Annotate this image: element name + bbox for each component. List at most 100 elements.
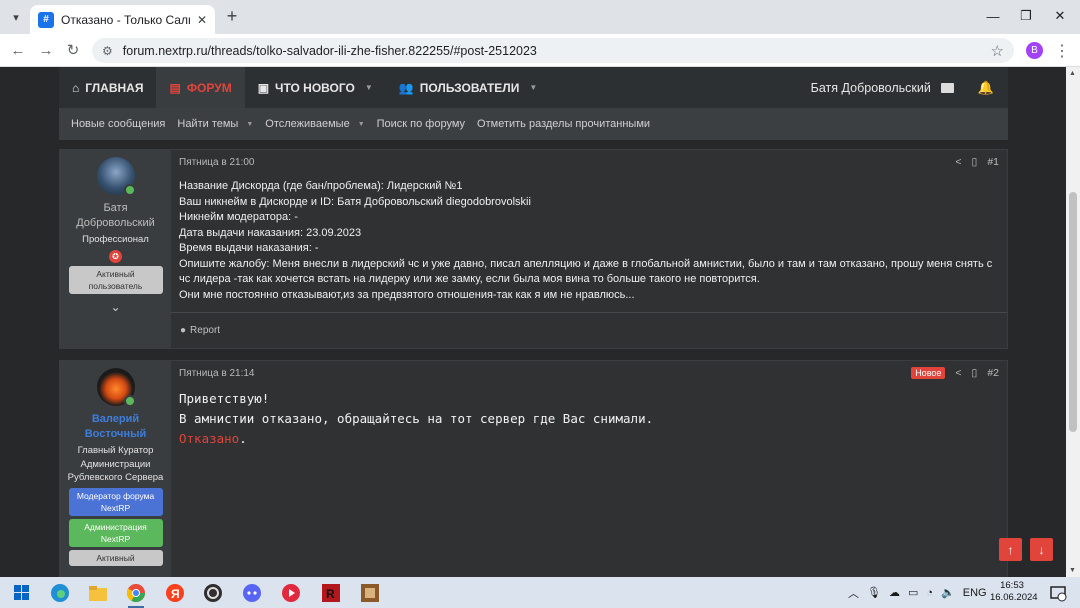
account-name[interactable]: Батя Добровольский — [811, 81, 931, 95]
chevron-down-icon[interactable]: ▼ — [358, 121, 365, 128]
subnav-search-forums[interactable]: Поиск по форуму — [371, 118, 471, 130]
report-link[interactable]: Report — [190, 325, 220, 336]
scroll-bottom-button[interactable]: ↓ — [1030, 538, 1053, 561]
post-2-number[interactable]: #2 — [987, 367, 999, 379]
browser-toolbar: ← → ↻ ⚙ forum.nextrp.ru/threads/tolko-sa… — [0, 34, 1080, 67]
post-1-footer: ● Report — [171, 312, 1007, 348]
post-2-author[interactable]: Валерий Восточный — [85, 412, 147, 442]
back-button[interactable]: ← — [8, 40, 28, 60]
browser-menu-icon[interactable]: ⋮ — [1054, 41, 1070, 61]
bookmark-icon[interactable]: ▯ — [972, 367, 978, 379]
post-1-date[interactable]: Пятница в 21:00 — [179, 157, 254, 168]
bookmark-star-icon[interactable]: ☆ — [991, 42, 1004, 60]
post-1: Батя Добровольский Профессионал ✪ Активн… — [59, 149, 1008, 349]
chevron-down-icon[interactable]: ⌄ — [110, 300, 120, 314]
url-text: forum.nextrp.ru/threads/tolko-salvador-i… — [122, 43, 537, 58]
site-favicon-icon: # — [38, 11, 54, 28]
post-2-user-title: Главный Куратор Администрации Рублевског… — [67, 445, 164, 483]
profile-avatar[interactable]: B — [1026, 42, 1043, 59]
post-1-user-banner: Активный пользователь — [68, 265, 163, 294]
scroll-top-button[interactable]: ↑ — [999, 538, 1022, 561]
volume-icon[interactable]: 🔈 — [941, 586, 955, 599]
mail-icon[interactable] — [940, 82, 954, 93]
arrow-down-icon: ↓ — [1038, 542, 1045, 557]
active-banner: Активный — [68, 549, 163, 566]
reload-button[interactable]: ↻ — [63, 40, 83, 60]
post-2-tools: Новое < ▯ #2 — [911, 367, 999, 379]
admin-banner: Администрация NextRP — [68, 518, 163, 547]
avatar[interactable] — [96, 157, 136, 196]
scroll-down-icon[interactable]: ▼ — [1069, 567, 1076, 574]
chevron-down-icon[interactable]: ▼ — [246, 121, 253, 128]
post-1-line: Никнейм модератора: - — [179, 211, 298, 223]
site-info-icon[interactable]: ⚙ — [102, 44, 113, 58]
game-app-icon[interactable]: R — [319, 581, 343, 605]
post-1-line: Они мне постоянно отказывают,из за предв… — [179, 288, 635, 301]
scroll-up-icon[interactable]: ▲ — [1069, 70, 1076, 77]
scrollbar-thumb[interactable] — [1069, 192, 1077, 432]
media-player-icon[interactable] — [279, 581, 303, 605]
microphone-icon[interactable]: 🎙 — [867, 586, 881, 599]
subnav-mark-read[interactable]: Отметить разделы прочитанными — [471, 118, 656, 130]
windows-start-icon[interactable] — [10, 581, 34, 605]
online-status-icon — [123, 395, 136, 407]
subnav-watched[interactable]: Отслеживаемые ▼ — [259, 118, 370, 130]
nav-whats-new[interactable]: ▣ Что нового ▼ — [245, 67, 386, 108]
post-2-date[interactable]: Пятница в 21:14 — [179, 368, 254, 379]
yandex-browser-icon[interactable]: Я — [163, 581, 187, 605]
post-1-number[interactable]: #1 — [987, 156, 999, 168]
share-icon[interactable]: < — [955, 367, 961, 379]
post-1-user-panel: Батя Добровольский Профессионал ✪ Активн… — [60, 150, 171, 348]
browser-tab[interactable]: # Отказано - Только Сальвадор ✕ — [30, 5, 215, 34]
taskbar-clock[interactable]: 16:53 16.06.2024 — [990, 580, 1038, 604]
chevron-down-icon[interactable]: ▼ — [529, 83, 537, 92]
chrome-icon[interactable] — [124, 581, 148, 608]
arrow-up-icon: ↑ — [1007, 542, 1014, 557]
share-icon[interactable]: < — [955, 156, 961, 168]
moderator-banner: Модератор форума NextRP — [68, 487, 163, 516]
subnav-find-threads[interactable]: Найти темы ▼ — [171, 118, 259, 130]
avatar[interactable] — [96, 368, 136, 407]
bookmark-icon[interactable]: ▯ — [972, 156, 978, 168]
language-indicator[interactable]: ENG — [963, 587, 987, 599]
subnav-new-posts[interactable]: Новые сообщения — [65, 118, 171, 130]
minimize-button[interactable]: — — [981, 6, 1005, 26]
page-scrollbar[interactable]: ▲ ▼ — [1066, 67, 1080, 577]
address-bar[interactable]: ⚙ forum.nextrp.ru/threads/tolko-salvador… — [92, 38, 1014, 63]
edge-icon[interactable] — [48, 581, 72, 605]
post-1-tools: < ▯ #1 — [955, 156, 999, 168]
bell-icon[interactable]: 🔔 — [978, 80, 994, 96]
post-2-line: Отказано. — [179, 429, 653, 449]
users-icon: 👥 — [398, 80, 414, 95]
battery-icon[interactable]: ▭ — [908, 586, 918, 599]
game-launcher-icon[interactable] — [358, 581, 382, 605]
trophy-badge-icon[interactable]: ✪ — [109, 249, 122, 263]
forward-button[interactable]: → — [36, 40, 56, 60]
new-tab-button[interactable]: + — [222, 6, 242, 26]
forum-sub-nav: Новые сообщения Найти темы ▼ Отслеживаем… — [59, 108, 1008, 140]
close-tab-icon[interactable]: ✕ — [197, 13, 207, 27]
nav-users[interactable]: 👥 Пользователи ▼ — [386, 67, 551, 108]
chevron-down-icon[interactable]: ▼ — [365, 83, 373, 92]
restore-button[interactable]: ❐ — [1014, 6, 1038, 26]
chevron-up-icon[interactable]: ︿ — [848, 585, 859, 601]
close-window-button[interactable]: ✕ — [1048, 6, 1072, 26]
discord-icon[interactable] — [240, 581, 264, 605]
nav-users-label: Пользователи — [419, 80, 520, 95]
obs-icon[interactable] — [201, 581, 225, 605]
file-explorer-icon[interactable] — [86, 581, 110, 605]
nav-forum[interactable]: ▤ Форум — [156, 67, 245, 108]
account-menu[interactable]: Батя Добровольский 🔔 — [811, 67, 994, 108]
cloud-icon[interactable]: ☁ — [889, 586, 900, 599]
home-icon: ⌂ — [72, 80, 80, 95]
post-1-user-title: Профессионал — [82, 234, 149, 245]
tab-search-button[interactable]: ▾ — [6, 7, 26, 27]
post-2-author-first: Валерий — [91, 413, 140, 425]
post-2-body: Пятница в 21:14 Новое < ▯ #2 Приветствую… — [171, 361, 1007, 577]
wifi-icon[interactable]: ◔ — [926, 587, 933, 599]
nav-home[interactable]: ⌂ Главная — [59, 67, 156, 108]
post-1-author[interactable]: Батя Добровольский — [76, 201, 155, 231]
notifications-icon[interactable] — [1046, 581, 1070, 605]
post-2: Валерий Восточный Главный Куратор Админи… — [59, 360, 1008, 577]
post-1-author-first: Батя — [103, 202, 128, 214]
